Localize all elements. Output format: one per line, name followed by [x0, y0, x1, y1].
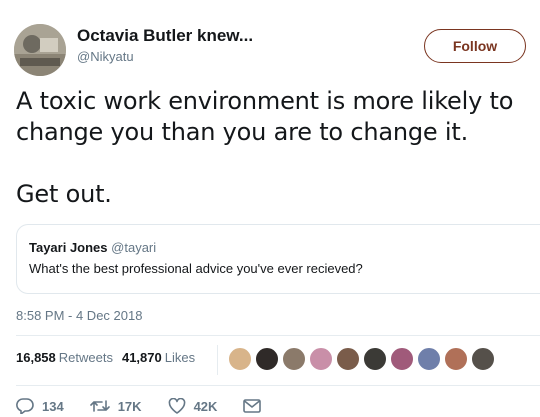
envelope-icon	[243, 399, 262, 413]
divider	[16, 385, 540, 386]
liker-avatar[interactable]	[228, 347, 252, 371]
reply-icon	[16, 398, 34, 414]
quoted-text: What's the best professional advice you'…	[29, 261, 363, 276]
quoted-author: Tayari Jones @tayari	[29, 239, 540, 256]
tweet-text: A toxic work environment is more likely …	[16, 86, 536, 210]
retweet-count: 17K	[117, 398, 142, 414]
author-avatar[interactable]	[14, 24, 66, 76]
retweets-stat[interactable]: 16,858 Retweets	[16, 350, 113, 365]
liker-avatar[interactable]	[417, 347, 441, 371]
tweet-actions: 134 17K 42K	[16, 398, 295, 414]
tweet-header: Octavia Butler knew... @Nikyatu Follow	[14, 20, 534, 76]
retweet-icon	[89, 400, 110, 412]
quoted-tweet[interactable]: Tayari Jones @tayari What's the best pro…	[16, 224, 540, 294]
liker-avatars	[228, 347, 498, 371]
retweets-count: 16,858	[16, 350, 56, 365]
liker-avatar[interactable]	[390, 347, 414, 371]
likes-count: 41,870	[121, 350, 162, 365]
likes-stat[interactable]: 41,870 Likes	[122, 350, 195, 365]
liker-avatar[interactable]	[282, 347, 306, 371]
stats-separator	[217, 345, 218, 375]
liker-avatar[interactable]	[363, 347, 387, 371]
follow-button[interactable]: Follow	[424, 29, 526, 63]
message-action[interactable]	[243, 399, 269, 413]
tweet-text-line: A toxic work environment is more likely …	[16, 87, 514, 115]
tweet-text-line: change you than you are to change it.	[16, 118, 468, 146]
tweet-timestamp[interactable]: 8:58 PM - 4 Dec 2018	[16, 308, 142, 323]
author-name-block: Octavia Butler knew... @Nikyatu	[77, 26, 253, 66]
divider	[16, 335, 540, 336]
tweet-stats: 16,858 Retweets 41,870 Likes	[16, 350, 195, 365]
likes-label: Likes	[164, 350, 196, 365]
liker-avatar[interactable]	[336, 347, 360, 371]
like-count: 42K	[193, 398, 218, 414]
liker-avatar[interactable]	[309, 347, 333, 371]
quoted-author-handle: @tayari	[111, 240, 157, 255]
author-display-name[interactable]: Octavia Butler knew...	[77, 26, 253, 46]
reply-count: 134	[42, 398, 64, 414]
liker-avatar[interactable]	[471, 347, 495, 371]
reply-action[interactable]: 134	[16, 398, 64, 414]
author-handle[interactable]: @Nikyatu	[77, 48, 253, 66]
heart-icon	[168, 398, 185, 414]
quoted-author-name: Tayari Jones	[29, 240, 108, 255]
tweet-text-line: Get out.	[16, 180, 112, 208]
liker-avatar[interactable]	[255, 347, 279, 371]
like-action[interactable]: 42K	[168, 398, 218, 414]
liker-avatar[interactable]	[444, 347, 468, 371]
retweet-action[interactable]: 17K	[89, 398, 142, 414]
retweets-label: Retweets	[58, 350, 113, 365]
